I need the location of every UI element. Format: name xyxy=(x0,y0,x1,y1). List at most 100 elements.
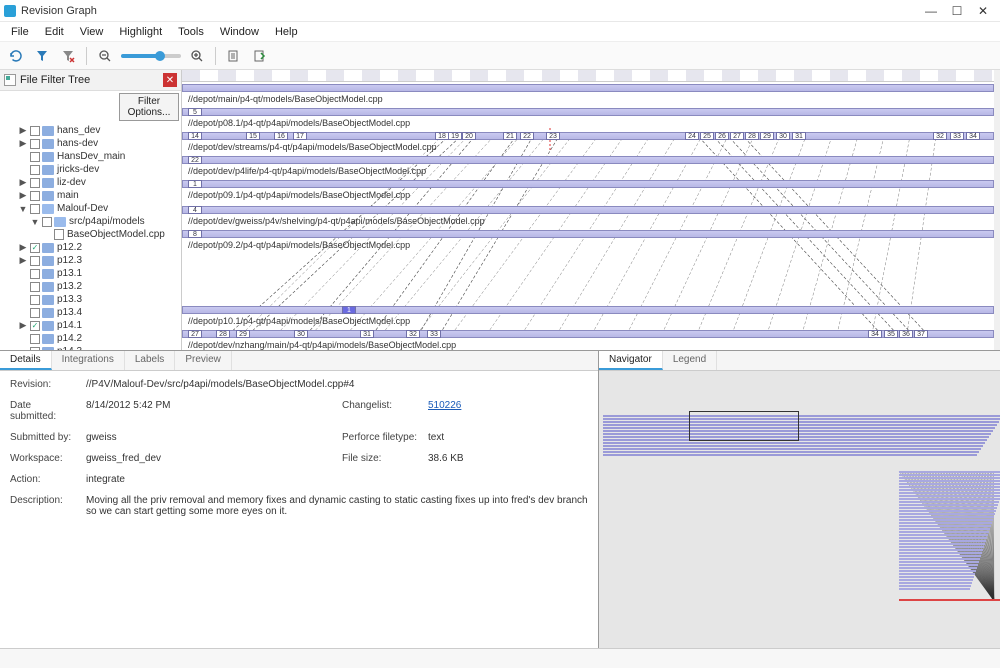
expand-icon[interactable]: ▶ xyxy=(18,177,28,188)
tab-navigator[interactable]: Navigator xyxy=(599,351,663,370)
checkbox[interactable] xyxy=(30,308,40,318)
revision-box[interactable]: 25 xyxy=(700,132,714,140)
expand-icon[interactable]: ▶ xyxy=(18,125,28,136)
revision-box[interactable]: 1 xyxy=(188,180,202,188)
vertical-scrollbar[interactable] xyxy=(994,70,1000,350)
tree-item[interactable]: p14.2 xyxy=(0,332,181,345)
tree-item[interactable]: p13.2 xyxy=(0,280,181,293)
revision-box[interactable]: 28 xyxy=(216,330,230,338)
revision-box[interactable]: 28 xyxy=(745,132,759,140)
tree-item[interactable]: ▶hans-dev xyxy=(0,137,181,150)
expand-icon[interactable]: ▶ xyxy=(18,242,28,253)
file-tree[interactable]: ▶hans_dev▶hans-devHansDev_mainjricks-dev… xyxy=(0,123,181,350)
tab-labels[interactable]: Labels xyxy=(125,351,175,370)
tree-item[interactable]: jricks-dev xyxy=(0,163,181,176)
expand-icon[interactable]: ▶ xyxy=(18,255,28,266)
minimize-button[interactable]: — xyxy=(924,4,938,18)
checkbox[interactable] xyxy=(30,126,40,136)
revision-box[interactable]: 30 xyxy=(776,132,790,140)
revision-box[interactable]: 8 xyxy=(188,230,202,238)
revision-box[interactable]: 5 xyxy=(188,108,202,116)
revision-box[interactable]: 20 xyxy=(462,132,476,140)
expand-icon[interactable]: ▼ xyxy=(18,204,28,214)
checkbox[interactable] xyxy=(30,178,40,188)
menu-edit[interactable]: Edit xyxy=(38,24,71,40)
revision-box[interactable]: 36 xyxy=(899,330,913,338)
tree-item[interactable]: ▶✓p12.2 xyxy=(0,241,181,254)
menu-tools[interactable]: Tools xyxy=(171,24,211,40)
menu-help[interactable]: Help xyxy=(268,24,305,40)
revision-box[interactable]: 34 xyxy=(966,132,980,140)
zoom-in-icon[interactable] xyxy=(187,46,207,66)
menu-window[interactable]: Window xyxy=(213,24,266,40)
changelist-link[interactable]: 510226 xyxy=(428,400,461,411)
find-icon[interactable] xyxy=(224,46,244,66)
tab-details[interactable]: Details xyxy=(0,351,52,370)
expand-icon[interactable]: ▶ xyxy=(18,320,28,331)
refresh-icon[interactable] xyxy=(6,46,26,66)
menu-highlight[interactable]: Highlight xyxy=(112,24,169,40)
checkbox[interactable] xyxy=(30,334,40,344)
revision-box[interactable]: 33 xyxy=(950,132,964,140)
revision-box[interactable]: 31 xyxy=(792,132,806,140)
revision-box[interactable]: 16 xyxy=(274,132,288,140)
checkbox[interactable] xyxy=(42,217,52,227)
close-button[interactable]: ✕ xyxy=(976,4,990,18)
revision-box[interactable]: 32 xyxy=(406,330,420,338)
revision-box[interactable]: 17 xyxy=(293,132,307,140)
revision-box[interactable]: 18 xyxy=(435,132,449,140)
revision-box[interactable]: 29 xyxy=(760,132,774,140)
revision-box[interactable]: 26 xyxy=(715,132,729,140)
navigator-body[interactable] xyxy=(599,371,1000,648)
revision-box[interactable]: 29 xyxy=(236,330,250,338)
filter-options-button[interactable]: Filter Options... xyxy=(119,93,179,121)
checkbox[interactable] xyxy=(30,269,40,279)
branch-row[interactable]: //depot/p10.1/p4-qt/p4api/models/BaseObj… xyxy=(182,306,994,317)
revision-box[interactable]: 22 xyxy=(188,156,202,164)
expand-icon[interactable]: ▶ xyxy=(18,138,28,149)
revision-box[interactable]: 4 xyxy=(188,206,202,214)
tree-item[interactable]: ▶hans_dev xyxy=(0,124,181,137)
navigator-viewport[interactable] xyxy=(689,411,799,441)
revision-box[interactable]: 14 xyxy=(188,132,202,140)
revision-box[interactable]: 31 xyxy=(360,330,374,338)
branch-row[interactable]: //depot/p09.2/p4-qt/p4api/models/BaseObj… xyxy=(182,230,994,241)
revision-graph[interactable]: //depot/main/p4-qt/models/BaseObjectMode… xyxy=(182,70,1000,350)
tab-integrations[interactable]: Integrations xyxy=(52,351,125,370)
tree-item[interactable]: BaseObjectModel.cpp xyxy=(0,228,181,241)
branch-row[interactable]: //depot/dev/p4life/p4-qt/p4api/models/Ba… xyxy=(182,156,994,167)
checkbox[interactable]: ✓ xyxy=(30,321,40,331)
zoom-slider[interactable] xyxy=(121,54,181,58)
tree-item[interactable]: p14.3 xyxy=(0,345,181,350)
menu-file[interactable]: File xyxy=(4,24,36,40)
checkbox[interactable] xyxy=(30,256,40,266)
checkbox[interactable]: ✓ xyxy=(30,243,40,253)
zoom-out-icon[interactable] xyxy=(95,46,115,66)
tree-item[interactable]: ▶p12.3 xyxy=(0,254,181,267)
checkbox[interactable] xyxy=(30,191,40,201)
tree-item[interactable]: ▶main xyxy=(0,189,181,202)
tree-item[interactable]: p13.3 xyxy=(0,293,181,306)
checkbox[interactable] xyxy=(30,295,40,305)
tab-legend[interactable]: Legend xyxy=(663,351,717,370)
revision-box[interactable]: 19 xyxy=(448,132,462,140)
tree-item[interactable]: p13.1 xyxy=(0,267,181,280)
revision-box[interactable]: 34 xyxy=(868,330,882,338)
checkbox[interactable] xyxy=(30,204,40,214)
revision-box[interactable]: 22 xyxy=(520,132,534,140)
expand-icon[interactable]: ▼ xyxy=(30,217,40,227)
revision-box[interactable]: 23 xyxy=(546,132,560,140)
revision-box[interactable]: 37 xyxy=(914,330,928,338)
tree-item[interactable]: ▼Malouf-Dev xyxy=(0,202,181,215)
menu-view[interactable]: View xyxy=(73,24,111,40)
maximize-button[interactable]: ☐ xyxy=(950,4,964,18)
revision-box[interactable]: 1 xyxy=(342,306,356,314)
filter-icon[interactable] xyxy=(32,46,52,66)
revision-box[interactable]: 30 xyxy=(294,330,308,338)
revision-box[interactable]: 27 xyxy=(730,132,744,140)
branch-row[interactable]: //depot/main/p4-qt/models/BaseObjectMode… xyxy=(182,84,994,95)
revision-box[interactable]: 24 xyxy=(685,132,699,140)
revision-box[interactable]: 27 xyxy=(188,330,202,338)
checkbox[interactable] xyxy=(30,139,40,149)
expand-icon[interactable]: ▶ xyxy=(18,190,28,201)
